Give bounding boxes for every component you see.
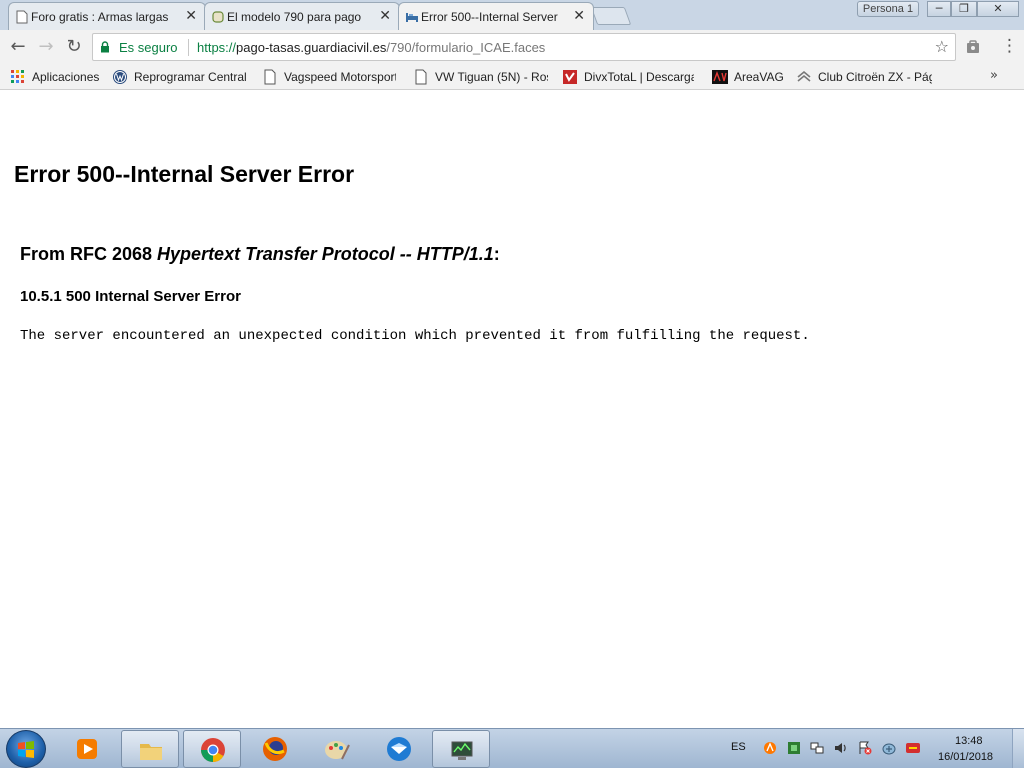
rfc-prefix: From RFC 2068 [20,244,158,264]
bookmark-aplicaciones[interactable]: Aplicaciones [10,68,99,86]
windows-logo-icon [18,741,34,758]
tab-error-500[interactable]: Error 500--Internal Server ✕ [398,2,594,30]
areavag-icon [712,70,728,84]
avast-icon[interactable] [763,741,777,755]
document-icon [16,10,28,24]
bookmark-vagspeed[interactable]: Vagspeed Motorsport [262,68,396,86]
close-icon[interactable]: ✕ [573,9,585,23]
security-indicator[interactable]: Es seguro [119,40,178,55]
bookmarks-bar: Aplicaciones Reprogramar Central Vagspee… [0,64,1024,90]
tab-title: Foro gratis : Armas largas [31,9,169,24]
bookmark-label: DivxTotaL | Descargas [584,70,694,84]
bookmark-vw-tiguan[interactable]: VW Tiguan (5N) - Ros [413,68,548,86]
taskbar-thunderbird[interactable] [370,730,428,768]
paint-icon [325,741,350,760]
back-button[interactable]: ← [6,35,30,59]
page-icon [415,69,427,85]
bookmark-label: VW Tiguan (5N) - Ros [435,70,548,84]
bookmark-divxtotal[interactable]: DivxTotaL | Descargas [562,68,694,86]
taskbar-chrome[interactable] [183,730,241,768]
taskbar-paint[interactable] [308,730,366,768]
divider [188,39,189,56]
thunderbird-icon [387,737,411,761]
page-content: Error 500--Internal Server Error From RF… [0,91,1024,728]
bed-icon [406,13,418,22]
new-tab-button[interactable] [590,7,632,25]
close-icon[interactable]: ✕ [379,9,391,23]
url-host: pago-tasas.guardiacivil.es [236,40,387,55]
divxtotal-icon [563,70,577,84]
maximize-button[interactable]: ❐ [951,1,977,17]
taskbar-firefox[interactable] [246,730,304,768]
network-monitor-icon [451,741,473,760]
bookmark-label: Club Citroën ZX - Pág [818,70,932,84]
close-icon[interactable]: ✕ [185,9,197,23]
toolbar: ← → ↻ Es seguro https://pago-tasas.guard… [0,30,1024,64]
profile-button[interactable]: Persona 1 [857,1,919,17]
tab-modelo-790[interactable]: El modelo 790 para pago ✕ [204,2,400,30]
taskbar-network-monitor[interactable] [432,730,490,768]
forward-button[interactable]: → [34,35,58,59]
bookmark-club-citroen[interactable]: Club Citroën ZX - Pág [796,68,932,86]
tab-title: El modelo 790 para pago [227,9,362,24]
taskbar-file-explorer[interactable] [121,730,179,768]
ccleaner-icon[interactable] [906,741,920,755]
reload-button[interactable]: ↻ [62,35,86,59]
apps-grid-icon [11,70,24,83]
volkswagen-icon [113,70,127,84]
bookmark-areavag[interactable]: AreaVAG [712,68,784,86]
bookmark-star-icon[interactable]: ☆ [935,37,949,56]
bookmark-label: Vagspeed Motorsport [284,70,396,84]
lock-icon [101,41,109,53]
forum-icon [212,11,224,23]
bookmark-label: Aplicaciones [32,70,100,84]
url-scheme: https:// [197,40,237,55]
firefox-icon [263,737,287,761]
menu-icon[interactable]: ⋮ [1001,36,1018,56]
show-desktop-button[interactable] [1012,729,1024,768]
extension-icon[interactable] [965,39,981,55]
tab-strip: Foro gratis : Armas largas ✕ El modelo 7… [0,0,1024,30]
start-button[interactable] [6,730,46,768]
close-window-button[interactable]: ✕ [977,1,1019,17]
more-bookmarks-icon[interactable]: » [990,68,998,83]
action-center-icon[interactable] [858,741,872,755]
network-icon[interactable] [810,741,824,755]
file-explorer-icon [140,744,162,760]
update-icon[interactable] [882,741,896,755]
clock-time[interactable]: 13:48 [955,735,983,747]
error-message: The server encountered an unexpected con… [20,328,810,344]
chrome-icon [201,738,225,762]
url-text[interactable]: https://pago-tasas.guardiacivil.es/790/f… [197,40,545,55]
app-tray-icon[interactable] [787,741,801,755]
clock-date[interactable]: 16/01/2018 [938,751,993,763]
page-title: Error 500--Internal Server Error [14,161,355,187]
rfc-suffix: : [493,244,500,264]
minimize-button[interactable]: ─ [927,1,951,17]
address-bar[interactable]: Es seguro https://pago-tasas.guardiacivi… [92,33,956,61]
bookmark-reprogramar[interactable]: Reprogramar Central [112,68,246,86]
taskbar-media-player[interactable] [58,730,116,768]
rfc-heading: From RFC 2068 Hypertext Transfer Protoco… [20,244,500,265]
section-heading: 10.5.1 500 Internal Server Error [20,288,241,305]
browser-window: Foro gratis : Armas largas ✕ El modelo 7… [0,0,1024,768]
url-path: /790/formulario_ICAE.faces [386,40,546,55]
volume-icon[interactable] [834,741,848,755]
language-indicator[interactable]: ES [731,741,746,753]
media-player-icon [77,739,97,759]
tab-foro-gratis[interactable]: Foro gratis : Armas largas ✕ [8,2,206,30]
rfc-title: Hypertext Transfer Protocol -- HTTP/1.1 [157,244,494,264]
taskbar: ES 13:48 16/01/2018 [0,728,1024,768]
bookmark-label: AreaVAG [734,70,784,84]
tab-title: Error 500--Internal Server [421,9,558,24]
page-icon [264,69,276,85]
citroen-icon [797,70,811,82]
bookmark-label: Reprogramar Central [134,70,246,84]
